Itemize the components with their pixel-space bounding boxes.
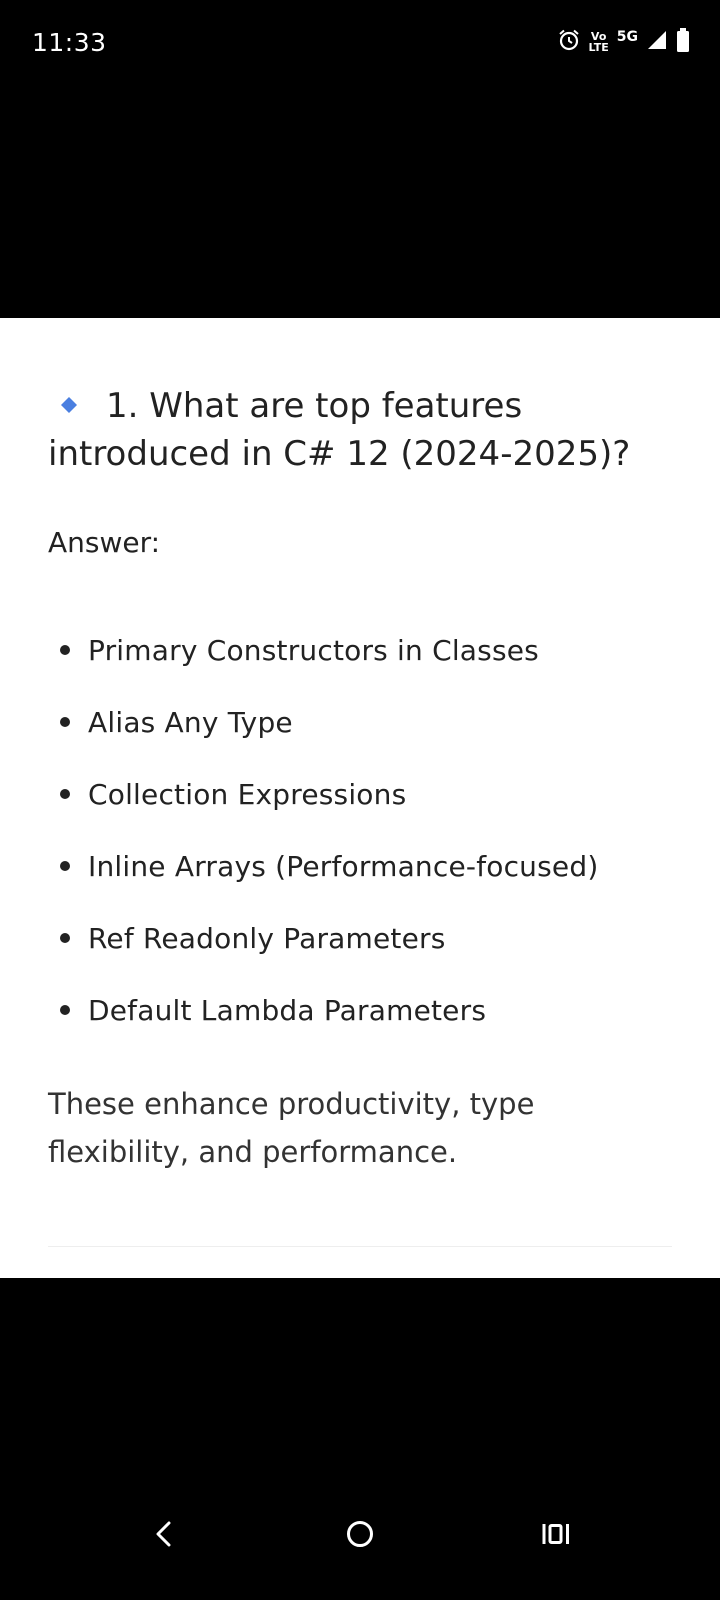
question-text: 1. What are top features introduced in C… [48,386,631,474]
lte-label: LTE [588,41,609,54]
home-icon [347,1521,373,1547]
list-item: Inline Arrays (Performance-focused) [60,830,710,902]
home-button[interactable] [330,1504,390,1564]
list-item: Primary Constructors in Classes [60,614,710,686]
network-type: 5G [616,29,638,45]
recents-button[interactable] [526,1504,586,1564]
question-title: 1. What are top features introduced in C… [48,382,688,478]
diamond-icon [60,382,78,420]
navigation-bar [0,1460,720,1600]
back-icon [156,1521,171,1547]
feature-text: Alias Any Type [88,705,293,739]
status-icons: Vo LTE 5G [549,26,690,58]
content-card: 1. What are top features introduced in C… [0,318,720,1278]
feature-text: Ref Readonly Parameters [88,921,446,955]
bullet-icon [60,933,70,943]
status-bar: 11:33 Vo LTE 5G [0,0,720,84]
list-item: Alias Any Type [60,686,710,758]
battery-icon [676,27,690,57]
status-time: 11:33 [32,28,107,57]
summary-text: These enhance productivity, type flexibi… [48,1087,535,1169]
bullet-icon [60,645,70,655]
divider [48,1246,672,1247]
alarm-icon [557,28,581,57]
bullet-icon [60,1005,70,1015]
bullet-icon [60,717,70,727]
recents-icon [542,1524,569,1544]
feature-text: Primary Constructors in Classes [88,633,539,667]
back-button[interactable] [134,1504,194,1564]
feature-text: Default Lambda Parameters [88,993,487,1027]
answer-label: Answer: [48,526,161,559]
signal-icon [646,29,668,56]
list-item: Ref Readonly Parameters [60,902,710,974]
bullet-icon [60,789,70,799]
volte-icon: Vo LTE [589,31,609,53]
list-item: Default Lambda Parameters [60,974,710,1046]
phone-screen: 11:33 Vo LTE 5G 1. What are top features… [0,0,720,1600]
list-item: Collection Expressions [60,758,710,830]
feature-list: Primary Constructors in Classes Alias An… [60,614,710,1046]
feature-text: Inline Arrays (Performance-focused) [88,849,599,883]
feature-text: Collection Expressions [88,777,407,811]
bullet-icon [60,861,70,871]
